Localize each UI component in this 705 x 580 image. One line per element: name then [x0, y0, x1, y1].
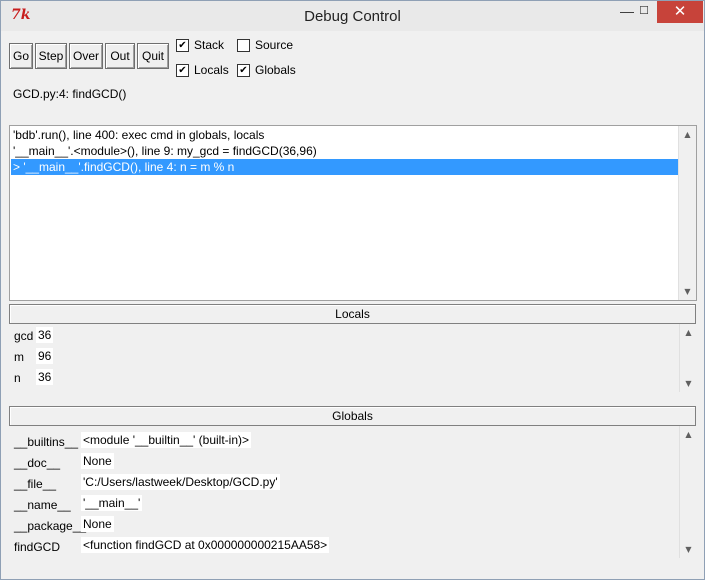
local-var-value[interactable]: 36: [36, 327, 54, 343]
global-var-name: __builtins__: [14, 435, 79, 449]
global-var-value[interactable]: 'C:/Users/lastweek/Desktop/GCD.py': [81, 474, 280, 490]
global-var-value[interactable]: <function findGCD at 0x000000000215AA58>: [81, 537, 330, 553]
scroll-up-arrow-icon[interactable]: ▲: [679, 126, 696, 143]
stack-check-icon[interactable]: ✔: [176, 39, 189, 52]
out-button[interactable]: Out: [105, 43, 135, 69]
stack-frame-selected[interactable]: > '__main__'.findGCD(), line 4: n = m % …: [11, 159, 678, 175]
go-button[interactable]: Go: [9, 43, 33, 69]
local-var-name: gcd: [14, 329, 34, 343]
step-button[interactable]: Step: [35, 43, 67, 69]
local-var-value[interactable]: 36: [36, 369, 54, 385]
status-label: GCD.py:4: findGCD(): [13, 87, 127, 101]
locals-check-icon[interactable]: ✔: [176, 64, 189, 77]
local-var-name: n: [14, 371, 21, 385]
maximize-button[interactable]: ☐: [631, 1, 657, 23]
locals-label: Locals: [194, 63, 229, 77]
global-var-name: __file__: [14, 477, 57, 491]
source-label: Source: [255, 38, 294, 52]
locals-header: Locals: [9, 304, 696, 324]
scroll-down-arrow-icon[interactable]: ▼: [679, 283, 696, 300]
global-var-value[interactable]: None: [81, 453, 114, 469]
quit-button[interactable]: Quit: [137, 43, 169, 69]
window-title: Debug Control: [304, 8, 401, 25]
globals-panel: __builtins__ <module '__builtin__' (buil…: [9, 426, 697, 558]
debugger-body: Go Step Over Out Quit ✔ Stack Source ✔ L…: [8, 31, 698, 571]
scroll-up-arrow-icon[interactable]: ▲: [680, 324, 697, 341]
global-var-name: __name__: [14, 498, 71, 512]
scroll-down-arrow-icon[interactable]: ▼: [680, 375, 697, 392]
globals-check-icon[interactable]: ✔: [237, 64, 250, 77]
local-var-name: m: [14, 350, 24, 364]
close-button[interactable]: ✕: [657, 1, 703, 23]
scroll-up-arrow-icon[interactable]: ▲: [680, 426, 697, 443]
global-var-name: __package__: [14, 519, 87, 533]
scroll-down-arrow-icon[interactable]: ▼: [680, 541, 697, 558]
local-var-value[interactable]: 96: [36, 348, 54, 364]
debug-control-window: 7k Debug Control — ☐ ✕ Go Step Over Out …: [0, 0, 705, 580]
locals-scrollbar[interactable]: ▲ ▼: [679, 324, 697, 392]
globals-scrollbar[interactable]: ▲ ▼: [679, 426, 697, 558]
global-var-value[interactable]: None: [81, 516, 114, 532]
locals-panel: gcd 36 m 96 n 36 ▲ ▼: [9, 324, 697, 392]
title-bar[interactable]: 7k Debug Control — ☐ ✕: [1, 1, 704, 31]
stack-frame[interactable]: 'bdb'.run(), line 400: exec cmd in globa…: [11, 127, 678, 143]
global-var-name: __doc__: [14, 456, 61, 470]
stack-label: Stack: [194, 38, 225, 52]
stack-list[interactable]: 'bdb'.run(), line 400: exec cmd in globa…: [9, 125, 697, 301]
stack-frame[interactable]: '__main__'.<module>(), line 9: my_gcd = …: [11, 143, 678, 159]
source-check-icon[interactable]: [237, 39, 250, 52]
global-var-value[interactable]: <module '__builtin__' (built-in)>: [81, 432, 252, 448]
globals-label: Globals: [255, 63, 296, 77]
stack-scrollbar[interactable]: ▲ ▼: [678, 126, 696, 300]
global-var-value[interactable]: '__main__': [81, 495, 143, 511]
globals-header: Globals: [9, 406, 696, 426]
over-button[interactable]: Over: [69, 43, 103, 69]
global-var-name: findGCD: [14, 540, 61, 554]
